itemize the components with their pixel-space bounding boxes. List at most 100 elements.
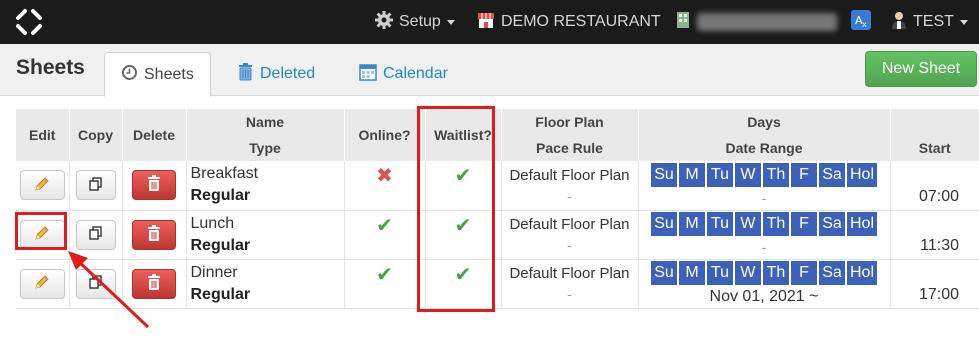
delete-button[interactable] — [132, 219, 176, 250]
clock-icon — [121, 64, 138, 86]
edit-highlight-box — [15, 212, 67, 250]
translate-icon: Ax — [851, 9, 871, 35]
col-start: Start — [889, 109, 979, 161]
day-badge: W — [734, 162, 761, 187]
copy-button[interactable] — [75, 219, 116, 250]
edit-button[interactable] — [19, 268, 65, 299]
floor-plan: Default Floor Plan — [509, 166, 630, 184]
top-nav: Setup DEMO RESTAURANT Ax TEST — [0, 0, 979, 44]
day-badges: Su M Tu W Th F Sa Hol — [641, 261, 888, 285]
translate-button[interactable]: Ax — [851, 0, 877, 44]
day-badge: M — [678, 212, 705, 236]
day-badge: Hol — [846, 261, 877, 285]
col-days-range: Days Date Range — [637, 109, 890, 161]
day-badge: Th — [762, 261, 789, 285]
day-badge: Tu — [706, 162, 733, 187]
edit-button[interactable] — [19, 170, 65, 201]
sheets-table: Edit Copy Delete Name Type Online? Waitl… — [16, 109, 979, 309]
trash-icon — [147, 224, 161, 245]
online-status: ✖ — [343, 161, 425, 210]
chevron-down-icon — [446, 19, 455, 25]
check-icon: ✔ — [376, 263, 393, 286]
day-badges: Su M Tu W Th F Sa Hol — [641, 212, 888, 236]
pencil-icon — [34, 176, 50, 195]
setup-menu[interactable]: Setup — [375, 0, 455, 44]
day-badge: Su — [650, 162, 677, 187]
sheet-type: Regular — [190, 285, 251, 303]
date-range: - — [761, 189, 767, 206]
copy-icon — [88, 177, 103, 194]
pace-rule: - — [567, 187, 572, 204]
col-edit: Edit — [29, 127, 56, 143]
waitlist-highlight-box — [417, 106, 495, 312]
day-badge: Sa — [818, 261, 845, 285]
online-status: ✔ — [343, 259, 425, 308]
col-days: Days — [747, 114, 781, 130]
day-badge: Su — [650, 261, 677, 285]
check-icon: ✔ — [376, 214, 393, 237]
col-delete: Delete — [121, 109, 186, 161]
account-menu[interactable] — [676, 0, 696, 44]
trash-icon — [147, 273, 161, 294]
tab-deleted-label: Deleted — [260, 65, 316, 82]
tab-deleted[interactable]: Deleted — [221, 52, 331, 96]
calendar-icon — [359, 63, 377, 86]
user-menu[interactable]: TEST — [891, 0, 968, 44]
trash-icon — [147, 175, 161, 195]
col-floorplan-pace: Floor Plan Pace Rule — [500, 109, 638, 161]
delete-button[interactable] — [132, 268, 176, 299]
tab-sheets[interactable]: Sheets — [104, 52, 211, 97]
day-badge: M — [678, 261, 705, 285]
gear-icon — [375, 10, 393, 34]
day-badge: M — [678, 162, 705, 187]
sheet-name: Lunch — [190, 214, 235, 232]
day-badge: F — [790, 261, 817, 285]
day-badge: Hol — [846, 162, 877, 187]
start-time: 11:30 — [889, 210, 979, 259]
col-pace-rule: Pace Rule — [536, 140, 603, 156]
sheet-name: Breakfast — [190, 165, 259, 183]
svg-text:x: x — [862, 20, 867, 29]
table-header-row: Edit Copy Delete Name Type Online? Waitl… — [16, 109, 979, 161]
pace-rule: - — [567, 286, 572, 302]
date-range: - — [761, 239, 767, 255]
new-sheet-button[interactable]: New Sheet — [865, 51, 977, 87]
copy-icon — [88, 275, 103, 292]
col-date-range: Date Range — [725, 140, 803, 156]
restaurant-menu[interactable]: DEMO RESTAURANT — [477, 0, 661, 44]
day-badge: Sa — [818, 162, 845, 187]
table-row: Dinner Regular ✔ ✔ Default Floor Plan - … — [16, 259, 979, 308]
copy-button[interactable] — [75, 170, 116, 201]
col-copy: Copy — [68, 109, 122, 161]
day-badges: Su M Tu W Th F Sa Hol — [641, 162, 888, 187]
app-logo-icon[interactable] — [14, 7, 44, 37]
sheet-type: Regular — [190, 236, 251, 254]
store-icon — [477, 11, 495, 34]
setup-label: Setup — [399, 13, 441, 30]
sheet-type: Regular — [190, 187, 251, 205]
restaurant-label: DEMO RESTAURANT — [501, 13, 661, 30]
day-badge: W — [734, 261, 761, 285]
sheet-name: Dinner — [190, 263, 238, 281]
page-title: Sheets — [16, 56, 85, 79]
copy-icon — [88, 226, 103, 243]
tab-calendar[interactable]: Calendar — [343, 52, 464, 96]
day-badge: F — [790, 212, 817, 236]
col-name: Name — [245, 114, 285, 130]
delete-button[interactable] — [132, 170, 176, 201]
start-time: 07:00 — [889, 161, 979, 210]
online-status: ✔ — [343, 210, 425, 259]
copy-button[interactable] — [75, 268, 116, 299]
page-header: Sheets Sheets Deleted Calendar — [0, 44, 979, 97]
pace-rule: - — [567, 237, 572, 253]
trash-icon — [237, 62, 254, 86]
col-name-type: Name Type — [185, 109, 344, 161]
table-row: Breakfast Regular ✖ ✔ Default Floor Plan… — [16, 161, 979, 210]
day-badge: Sa — [818, 212, 845, 236]
day-badge: Th — [762, 212, 789, 236]
start-time: 17:00 — [889, 259, 979, 308]
day-badge: F — [790, 162, 817, 187]
cross-icon: ✖ — [376, 165, 393, 187]
user-label: TEST — [913, 13, 954, 30]
col-type: Type — [249, 140, 281, 156]
